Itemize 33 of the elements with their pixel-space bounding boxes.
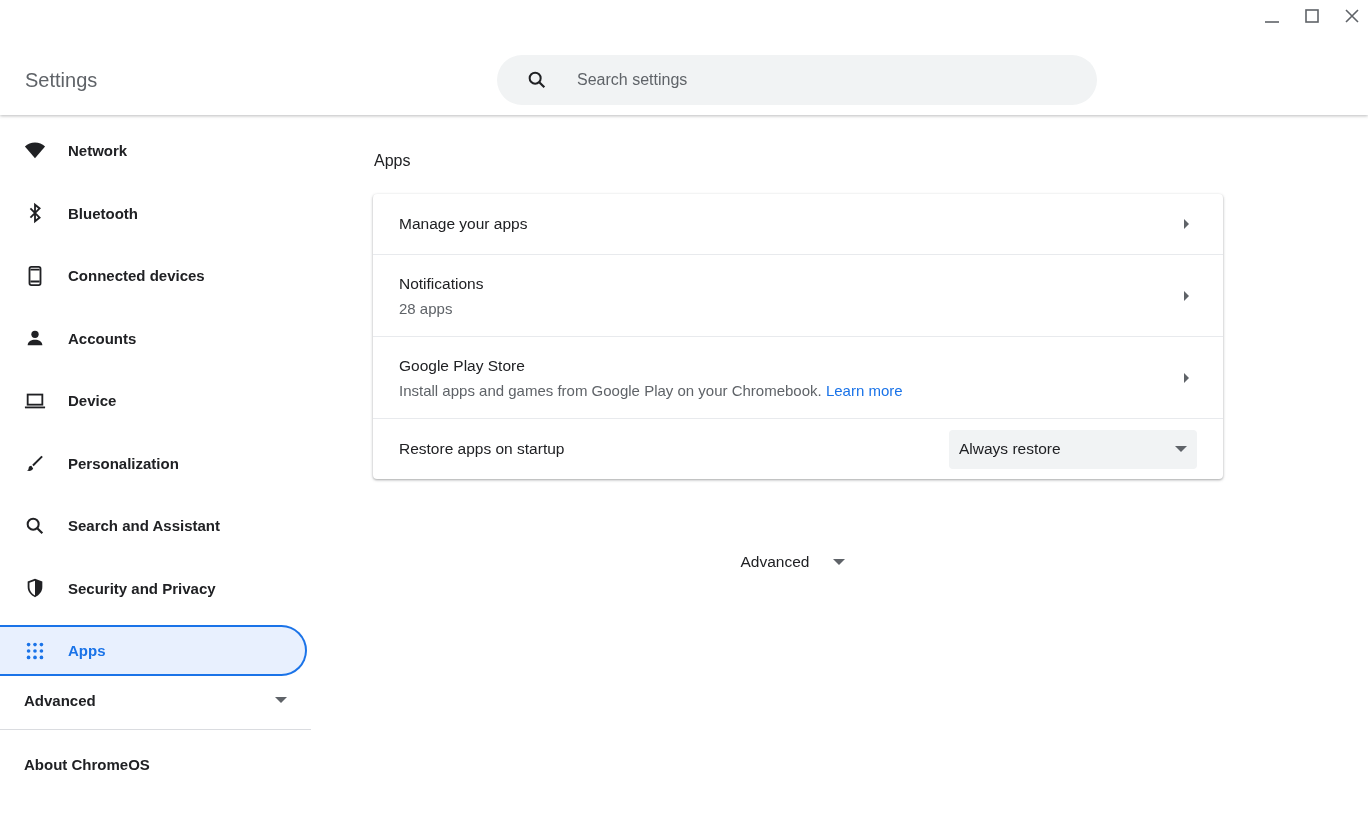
row-title: Restore apps on startup [399, 440, 566, 458]
sidebar-item[interactable]: Personalization [0, 437, 307, 489]
advanced-toggle[interactable]: Advanced [732, 549, 854, 575]
chevron-right-icon [1184, 290, 1190, 301]
sidebar-item[interactable]: Bluetooth [0, 187, 307, 239]
search-field[interactable]: Search settings [497, 55, 1097, 105]
section-title: Apps [374, 152, 412, 170]
maximize-icon[interactable] [1304, 8, 1320, 24]
close-icon[interactable] [1344, 8, 1360, 24]
row-description: 28 apps [399, 299, 454, 317]
sidebar-item[interactable]: Network [0, 125, 307, 176]
settings-row[interactable]: Manage your apps [373, 194, 1223, 254]
about-link[interactable]: About ChromeOS [0, 729, 311, 799]
sidebar-item[interactable]: Apps [0, 625, 307, 676]
row-description: Install apps and games from Google Play on your Chromebook. Learn more [399, 381, 904, 399]
settings-row[interactable]: Notifications 28 apps [373, 254, 1223, 336]
sidebar-item[interactable]: Device [0, 375, 307, 426]
window-title: Settings [24, 68, 99, 92]
chevron-right-icon [1184, 219, 1190, 229]
chevron-right-icon [1184, 372, 1190, 383]
settings-row[interactable]: Google Play Store Install apps and games from Google Play on your Chromebook. Learn more [373, 336, 1223, 418]
search-icon [526, 69, 548, 91]
row-title: Manage your apps [399, 215, 529, 233]
sidebar-item[interactable]: Connected devices [0, 250, 307, 301]
caret-down-icon [1175, 443, 1187, 455]
row-title: Google Play Store [399, 356, 526, 375]
row-title: Notifications [399, 274, 485, 293]
sidebar-item[interactable]: Security and Privacy [0, 562, 307, 614]
learn-more-link[interactable]: Learn more [825, 381, 903, 399]
sidebar-item[interactable]: Accounts [0, 312, 307, 364]
advanced-section-toggle[interactable]: Advanced [0, 681, 311, 719]
sidebar-item[interactable]: Search and Assistant [0, 500, 307, 551]
restore-dropdown[interactable]: Always restore [949, 429, 1197, 469]
